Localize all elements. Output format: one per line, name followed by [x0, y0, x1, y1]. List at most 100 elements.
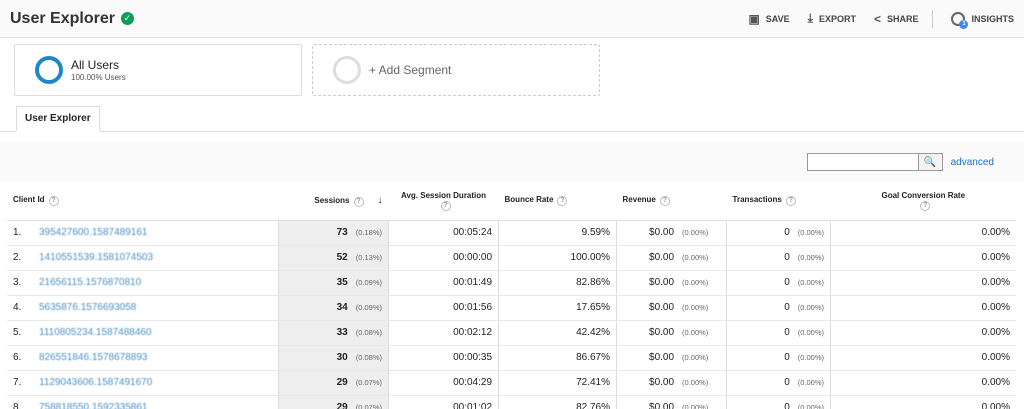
revenue-value: $0.00 [649, 302, 675, 313]
sessions-cell: 34 (0.09%) [278, 295, 389, 321]
add-segment-label: + Add Segment [369, 63, 452, 77]
revenue-cell: $0.00 (0.00%) [616, 370, 727, 396]
help-icon[interactable]: ? [920, 200, 931, 211]
segment-all-users[interactable]: All Users 100.00% Users [14, 44, 302, 96]
sessions-value: 29 [336, 377, 348, 388]
revenue-percent: (0.00%) [682, 378, 709, 387]
transactions-cell: 0 (0.00%) [726, 220, 831, 246]
client-id-link[interactable]: 395427600.1587489161 [33, 220, 279, 246]
duration-cell: 00:01:02 [388, 395, 499, 409]
client-id-link[interactable]: 1110805234.1587488460 [33, 320, 279, 346]
col-client-id-label: Client Id [13, 195, 45, 205]
help-icon[interactable]: ? [353, 196, 364, 207]
client-id-link[interactable]: 1410551539.1581074503 [33, 245, 279, 271]
col-bounce-label: Bounce Rate [504, 195, 554, 205]
sort-desc-icon[interactable]: ↓ [378, 195, 383, 206]
sessions-percent: (0.08%) [355, 328, 383, 337]
bounce-cell: 82.86% [498, 270, 617, 296]
table-row: 4. 5635876.1576693058 34 (0.09%) 00:01:56… [7, 295, 1016, 321]
help-icon[interactable]: ? [440, 200, 451, 211]
transactions-percent: (0.00%) [797, 278, 825, 287]
sessions-cell: 29 (0.07%) [278, 395, 389, 409]
advanced-link[interactable]: advanced [951, 157, 994, 168]
col-sessions[interactable]: Sessions? ↓ [278, 182, 389, 221]
sessions-value: 33 [336, 327, 348, 338]
table-row: 6. 826551846.1578678893 30 (0.08%) 00:00:… [7, 345, 1016, 371]
header-divider [932, 9, 934, 28]
bounce-cell: 100.00% [498, 245, 617, 271]
empty-segment-ring-icon [333, 56, 361, 84]
duration-cell: 00:04:29 [388, 370, 499, 396]
export-icon: ⤓ [807, 11, 813, 25]
insights-icon: 1 [951, 11, 969, 29]
segment-subtitle: 100.00% Users [71, 73, 126, 82]
segment-bar: All Users 100.00% Users + Add Segment [0, 38, 1024, 102]
row-index: 4. [7, 295, 33, 321]
segment-name: All Users [71, 58, 120, 72]
client-id-link[interactable]: 1129043606.1587491670 [33, 370, 279, 396]
share-button[interactable]: < SHARE [874, 12, 919, 26]
table-toolbar: 🔍 advanced [0, 142, 1024, 182]
tab-bar: User Explorer [0, 104, 1024, 132]
help-icon[interactable]: ? [659, 196, 670, 207]
col-avg-duration[interactable]: Avg. Session Duration? [388, 182, 499, 221]
row-index: 1. [7, 220, 33, 246]
sessions-percent: (0.07%) [355, 378, 383, 387]
bounce-cell: 82.76% [498, 395, 617, 409]
save-button[interactable]: ▣ SAVE [748, 12, 789, 26]
add-segment-button[interactable]: + Add Segment [312, 44, 600, 96]
transactions-value: 0 [784, 352, 790, 363]
transactions-percent: (0.00%) [797, 353, 825, 362]
sessions-percent: (0.09%) [355, 303, 383, 312]
revenue-percent: (0.00%) [682, 278, 709, 287]
col-goal-conversion[interactable]: Goal Conversion Rate? [830, 182, 1016, 221]
col-client-id[interactable]: Client Id? [7, 182, 279, 221]
insights-button[interactable]: 1 INSIGHTS [951, 11, 1014, 29]
sessions-percent: (0.07%) [355, 403, 383, 409]
col-revenue-label: Revenue [622, 195, 656, 205]
sessions-cell: 33 (0.08%) [278, 320, 389, 346]
export-button[interactable]: ⤓ EXPORT [808, 11, 856, 26]
revenue-cell: $0.00 (0.00%) [616, 345, 727, 371]
row-index: 8. [7, 395, 33, 409]
sessions-cell: 52 (0.13%) [278, 245, 389, 271]
col-sessions-label: Sessions [314, 195, 350, 205]
transactions-cell: 0 (0.00%) [726, 395, 831, 409]
revenue-value: $0.00 [649, 227, 675, 238]
client-id-link[interactable]: 5635876.1576693058 [33, 295, 279, 321]
transactions-percent: (0.00%) [797, 378, 825, 387]
client-id-link[interactable]: 758818550.1592335861 [33, 395, 279, 409]
sessions-percent: (0.18%) [355, 228, 383, 237]
goal-cell: 0.00% [830, 245, 1016, 271]
col-bounce-rate[interactable]: Bounce Rate? [498, 182, 617, 221]
row-index: 3. [7, 270, 33, 296]
col-goal-label: Goal Conversion Rate [881, 190, 966, 200]
duration-cell: 00:02:12 [388, 320, 499, 346]
help-icon[interactable]: ? [48, 196, 59, 207]
page-title: User Explorer [10, 9, 115, 27]
tab-user-explorer[interactable]: User Explorer [16, 106, 100, 132]
row-index: 2. [7, 245, 33, 271]
table-row: 2. 1410551539.1581074503 52 (0.13%) 00:00… [7, 245, 1016, 271]
segment-ring-icon [35, 56, 63, 84]
help-icon[interactable]: ? [785, 196, 796, 207]
client-id-link[interactable]: 826551846.1578678893 [33, 345, 279, 371]
goal-cell: 0.00% [830, 345, 1016, 371]
revenue-value: $0.00 [649, 327, 675, 338]
goal-cell: 0.00% [830, 320, 1016, 346]
search-button[interactable]: 🔍 [918, 153, 943, 171]
bounce-cell: 72.41% [498, 370, 617, 396]
client-id-link[interactable]: 21656115.1576870810 [33, 270, 279, 296]
duration-cell: 00:01:56 [388, 295, 499, 321]
col-transactions[interactable]: Transactions? [726, 182, 831, 221]
table-search-input[interactable] [806, 153, 919, 171]
help-icon[interactable]: ? [557, 196, 568, 207]
col-transactions-label: Transactions [732, 195, 782, 205]
col-revenue[interactable]: Revenue? [616, 182, 727, 221]
goal-cell: 0.00% [830, 220, 1016, 246]
revenue-cell: $0.00 (0.00%) [616, 295, 727, 321]
table-row: 3. 21656115.1576870810 35 (0.09%) 00:01:4… [7, 270, 1016, 296]
transactions-value: 0 [784, 402, 790, 409]
transactions-cell: 0 (0.00%) [726, 245, 831, 271]
sessions-cell: 30 (0.08%) [278, 345, 389, 371]
